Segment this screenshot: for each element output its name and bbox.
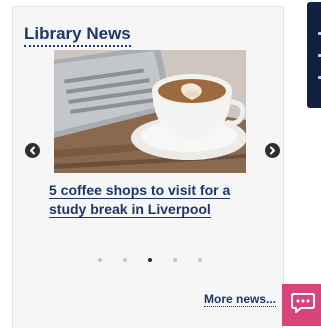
pagination-dot-4[interactable]	[173, 258, 177, 262]
adjacent-dark-panel	[307, 2, 321, 108]
pagination-dot-1[interactable]	[98, 258, 102, 262]
previous-slide-button[interactable]	[25, 143, 40, 158]
news-slide-image[interactable]	[54, 50, 246, 173]
chevron-left-circle-icon	[28, 146, 37, 155]
news-slide-caption-link[interactable]: 5 coffee shops to visit for a study brea…	[49, 181, 269, 219]
chat-button[interactable]	[282, 284, 321, 326]
next-slide-button[interactable]	[265, 143, 280, 158]
pagination-dot-5[interactable]	[198, 258, 202, 262]
pagination-dot-3-active[interactable]	[148, 258, 152, 262]
chat-bubble-icon	[291, 292, 315, 319]
library-news-heading: Library News	[24, 25, 131, 47]
pagination-dot-2[interactable]	[123, 258, 127, 262]
slide-pagination	[98, 258, 202, 262]
more-news-link[interactable]: More news...	[204, 292, 277, 307]
news-slide-caption: 5 coffee shops to visit for a study brea…	[49, 182, 231, 218]
chevron-right-circle-icon	[268, 146, 277, 155]
